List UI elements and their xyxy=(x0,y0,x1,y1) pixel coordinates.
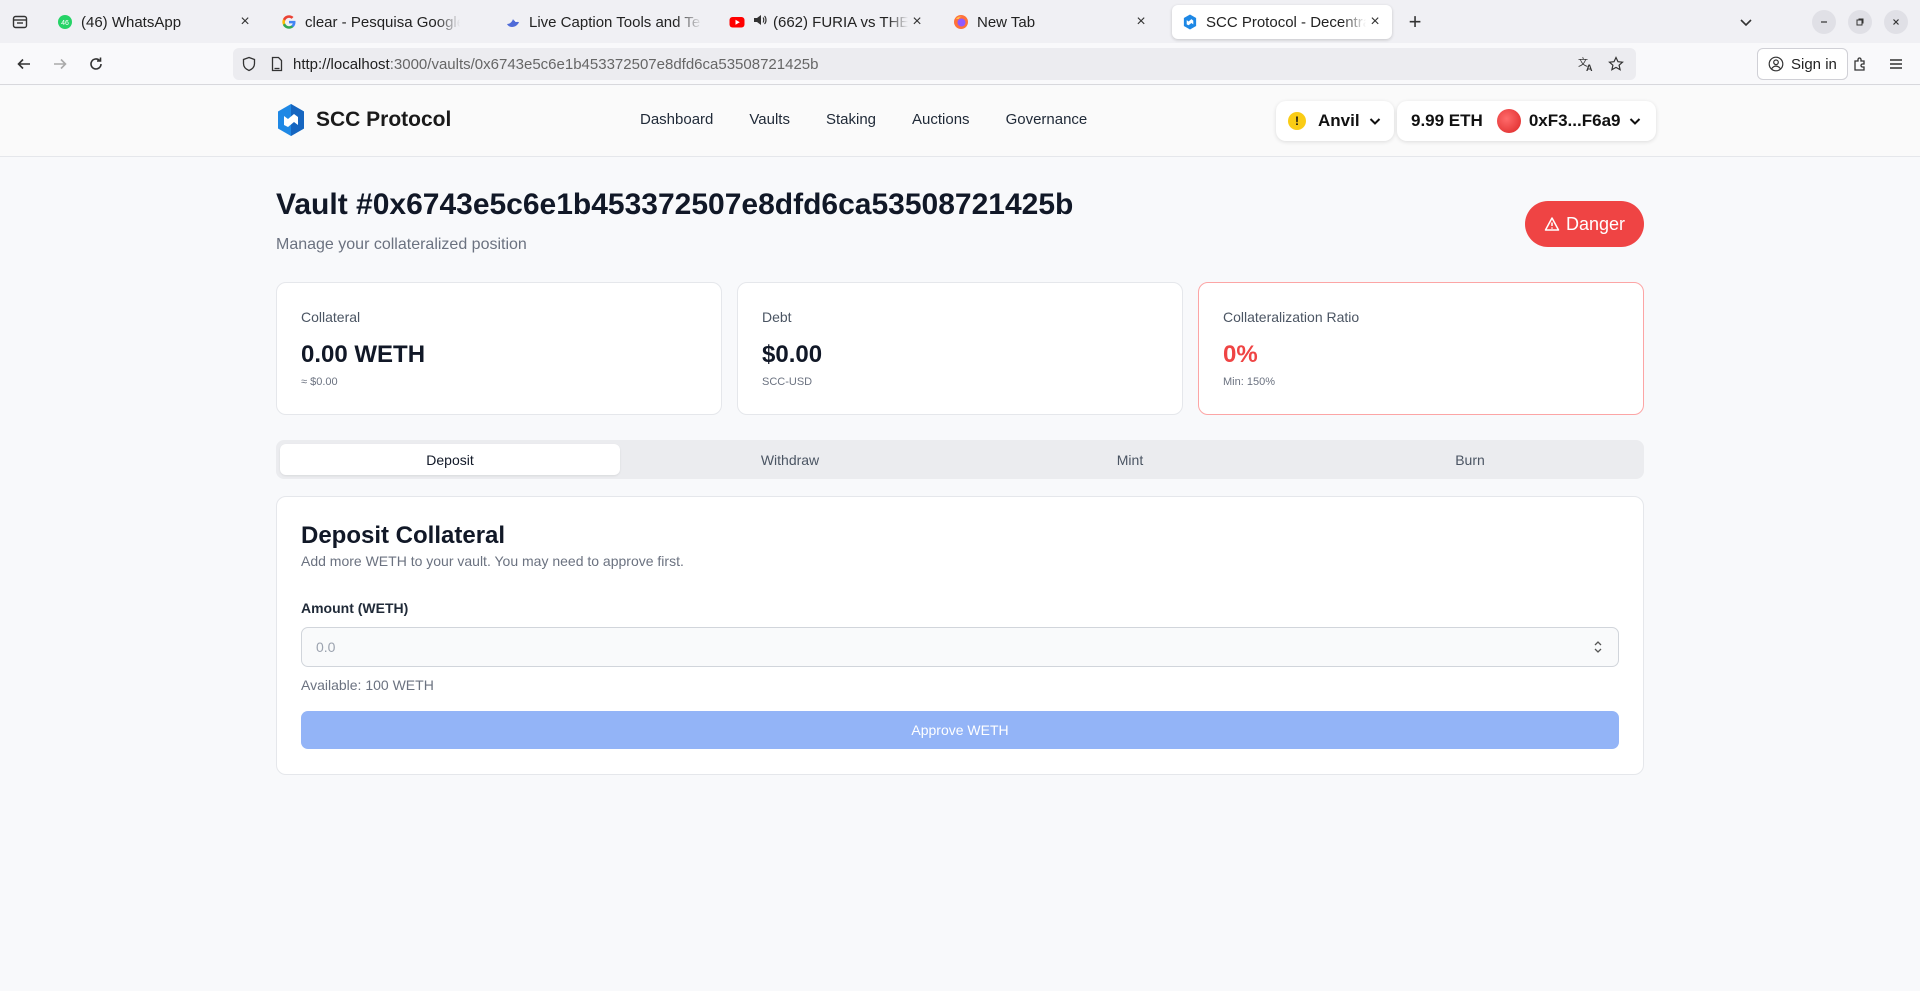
nav-dashboard[interactable]: Dashboard xyxy=(640,111,713,128)
status-badge: Danger xyxy=(1525,201,1644,247)
close-icon[interactable]: × xyxy=(908,13,926,31)
avatar xyxy=(1496,109,1521,133)
nav-vaults[interactable]: Vaults xyxy=(749,111,790,128)
vault-action-tabs: Deposit Withdraw Mint Burn xyxy=(276,440,1644,479)
restore-window-icon[interactable] xyxy=(1848,10,1872,34)
hamburger-menu-icon[interactable] xyxy=(1884,52,1908,76)
whatsapp-icon: 46 xyxy=(57,14,73,30)
close-icon[interactable]: × xyxy=(1366,13,1384,31)
number-stepper-icon[interactable] xyxy=(1591,638,1605,656)
nav-auctions[interactable]: Auctions xyxy=(912,111,970,128)
collateral-usd-value: ≈ $0.00 xyxy=(301,376,338,388)
tab-title: clear - Pesquisa Google xyxy=(305,13,460,31)
ratio-value: 0% xyxy=(1223,341,1258,368)
chevron-down-icon xyxy=(1628,114,1642,128)
google-icon xyxy=(281,14,297,30)
ratio-label: Collateralization Ratio xyxy=(1223,309,1360,325)
tab-title: Live Caption Tools and Te xyxy=(529,13,701,31)
eth-balance: 9.99 ETH xyxy=(1411,111,1483,130)
main-nav: Dashboard Vaults Staking Auctions Govern… xyxy=(640,111,1123,128)
amount-label: Amount (WETH) xyxy=(301,600,409,616)
svg-text:A: A xyxy=(1586,63,1593,73)
page-info-icon[interactable] xyxy=(267,54,287,74)
sign-in-label: Sign in xyxy=(1791,55,1837,73)
tab-title: SCC Protocol - Decentrali xyxy=(1206,13,1366,31)
nav-staking[interactable]: Staking xyxy=(826,111,876,128)
collateral-card: Collateral 0.00 WETH ≈ $0.00 xyxy=(276,282,722,415)
deposit-title: Deposit Collateral xyxy=(301,522,506,549)
forward-arrow-icon[interactable] xyxy=(48,52,72,76)
account-icon xyxy=(1768,56,1784,72)
close-window-icon[interactable] xyxy=(1884,10,1908,34)
collateral-value: 0.00 WETH xyxy=(301,341,426,368)
close-icon[interactable]: × xyxy=(1132,13,1150,31)
speaker-icon[interactable] xyxy=(753,13,767,31)
firefox-view-icon[interactable] xyxy=(8,10,32,34)
available-balance: Available: 100 WETH xyxy=(301,677,434,693)
status-label: Danger xyxy=(1565,213,1626,234)
browser-tab-new-tab[interactable]: New Tab × xyxy=(943,5,1158,39)
collateral-label: Collateral xyxy=(301,309,361,325)
deposit-description: Add more WETH to your vault. You may nee… xyxy=(301,553,684,569)
browser-tab-scc-protocol[interactable]: SCC Protocol - Decentrali × xyxy=(1172,5,1392,39)
app-header: SCC Protocol Dashboard Vaults Staking Au… xyxy=(0,86,1920,157)
translate-icon[interactable]: 文A xyxy=(1576,54,1596,74)
tab-deposit[interactable]: Deposit xyxy=(280,444,620,475)
browser-tab-live-caption[interactable]: Live Caption Tools and Te xyxy=(495,5,710,39)
new-tab-button[interactable]: + xyxy=(1403,9,1427,34)
debt-token: SCC-USD xyxy=(762,376,813,388)
approve-weth-button[interactable]: Approve WETH xyxy=(301,711,1619,749)
tab-mint[interactable]: Mint xyxy=(960,444,1300,475)
warning-triangle-icon xyxy=(1544,216,1560,232)
close-icon[interactable]: × xyxy=(236,13,254,31)
tab-title: (46) WhatsApp xyxy=(81,13,182,31)
url-text[interactable]: http://localhost:3000/vaults/0x6743e5c6e… xyxy=(293,56,818,73)
account-address: 0xF3...F6a9 xyxy=(1528,111,1621,130)
amount-input[interactable] xyxy=(301,627,1619,667)
ratio-minimum: Min: 150% xyxy=(1223,376,1275,388)
nav-governance[interactable]: Governance xyxy=(1006,111,1088,128)
scc-logo-icon xyxy=(1182,14,1198,30)
tab-withdraw[interactable]: Withdraw xyxy=(620,444,960,475)
extensions-puzzle-icon[interactable] xyxy=(1848,52,1872,76)
browser-tab-whatsapp[interactable]: 46 (46) WhatsApp × xyxy=(47,5,262,39)
tab-title: New Tab xyxy=(977,13,1036,31)
network-selector[interactable]: ! Anvil xyxy=(1276,101,1394,141)
debt-value: $0.00 xyxy=(762,341,823,368)
reload-icon[interactable] xyxy=(84,52,108,76)
debt-card: Debt $0.00 SCC-USD xyxy=(737,282,1183,415)
warning-icon: ! xyxy=(1288,112,1306,130)
browser-toolbar: http://localhost:3000/vaults/0x6743e5c6e… xyxy=(0,43,1920,85)
svg-text:46: 46 xyxy=(61,20,69,27)
bookmark-star-icon[interactable] xyxy=(1606,54,1626,74)
browser-tab-youtube[interactable]: (662) FURIA vs THE MO × xyxy=(719,5,934,39)
bird-icon xyxy=(505,14,521,30)
debt-label: Debt xyxy=(762,309,792,325)
back-arrow-icon[interactable] xyxy=(12,52,36,76)
tab-title: (662) FURIA vs THE MO xyxy=(773,13,908,31)
firefox-icon xyxy=(953,14,969,30)
deposit-panel: Deposit Collateral Add more WETH to your… xyxy=(276,496,1644,775)
browser-tab-google[interactable]: clear - Pesquisa Google × xyxy=(271,5,486,39)
minimize-window-icon[interactable] xyxy=(1812,10,1836,34)
collateralization-ratio-card: Collateralization Ratio 0% Min: 150% xyxy=(1198,282,1644,415)
brand-name: SCC Protocol xyxy=(316,108,452,131)
url-host: http://localhost xyxy=(293,56,390,73)
network-name: Anvil xyxy=(1318,111,1360,130)
youtube-icon xyxy=(729,14,745,30)
account-button[interactable]: 9.99 ETH 0xF3...F6a9 xyxy=(1397,101,1657,141)
list-all-tabs-icon[interactable] xyxy=(1734,10,1758,34)
chevron-down-icon xyxy=(1368,114,1382,128)
tracking-shield-icon[interactable] xyxy=(239,54,259,74)
tab-burn[interactable]: Burn xyxy=(1300,444,1640,475)
url-path: :3000/vaults/0x6743e5c6e1b453372507e8dfd… xyxy=(389,56,819,73)
browser-tab-strip: 46 (46) WhatsApp × clear - Pesquisa Goog… xyxy=(0,0,1920,43)
page-title: Vault #0x6743e5c6e1b453372507e8dfd6ca535… xyxy=(276,188,1074,221)
sign-in-button[interactable]: Sign in xyxy=(1757,48,1848,80)
page-subtitle: Manage your collateralized position xyxy=(276,236,527,253)
brand[interactable]: SCC Protocol xyxy=(276,103,451,137)
scc-logo-icon xyxy=(278,104,304,136)
address-bar[interactable]: http://localhost:3000/vaults/0x6743e5c6e… xyxy=(233,48,1636,80)
